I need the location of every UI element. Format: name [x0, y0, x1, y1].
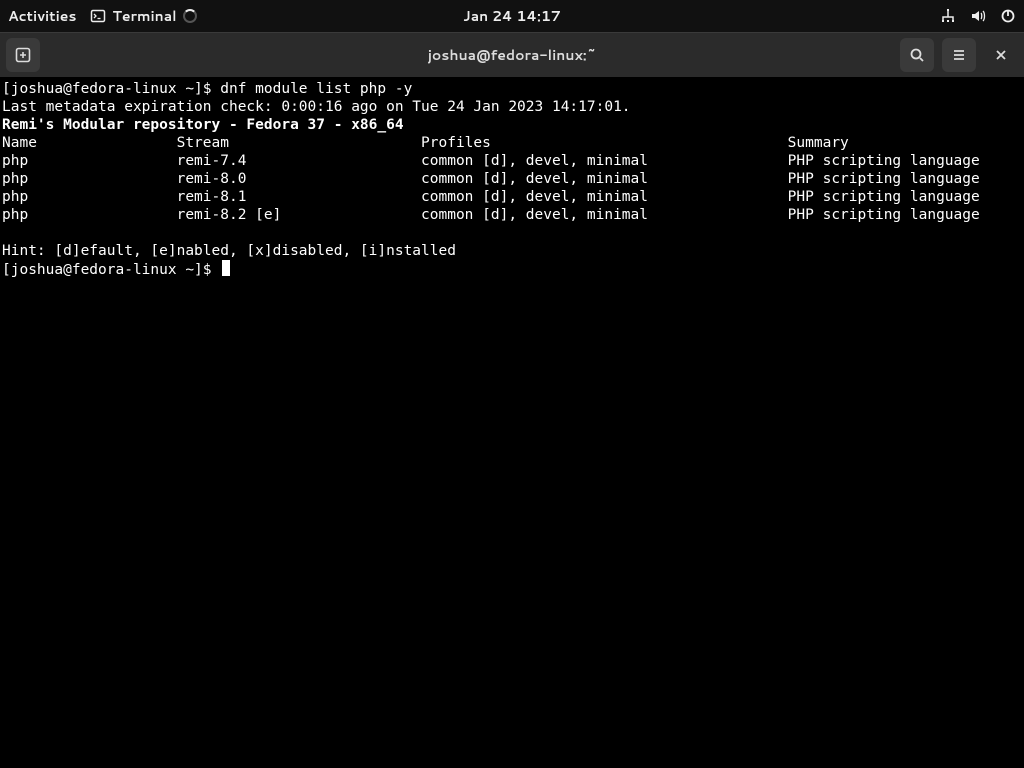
cursor [222, 260, 230, 276]
clock[interactable]: Jan 24 14:17 [463, 6, 561, 26]
active-app-menu[interactable]: Terminal [90, 6, 196, 26]
output-line: Last metadata expiration check: 0:00:16 … [2, 98, 1022, 116]
window-close-button[interactable] [984, 38, 1018, 72]
window-title: joshua@fedora-linux:~ [428, 45, 597, 65]
prompt-line: [joshua@fedora-linux ~]$ [2, 260, 1022, 279]
repo-header: Remi's Modular repository - Fedora 37 - … [2, 116, 1022, 134]
power-icon[interactable] [1000, 8, 1016, 24]
hamburger-menu-button[interactable] [942, 38, 976, 72]
table-row: php remi-8.2 [e] common [d], devel, mini… [2, 206, 1022, 224]
window-titlebar: joshua@fedora-linux:~ [0, 32, 1024, 78]
gnome-topbar: Activities Terminal Jan 24 14:17 [0, 0, 1024, 32]
table-header: Name Stream Profiles Summary [2, 134, 1022, 152]
table-row: php remi-8.0 common [d], devel, minimal … [2, 170, 1022, 188]
terminal-viewport[interactable]: [joshua@fedora-linux ~]$ dnf module list… [0, 78, 1024, 768]
terminal-app-icon [90, 8, 106, 24]
active-app-name: Terminal [112, 6, 176, 26]
hint-line: Hint: [d]efault, [e]nabled, [x]disabled,… [2, 242, 1022, 260]
blank-line [2, 224, 1022, 242]
volume-icon[interactable] [970, 8, 986, 24]
network-icon[interactable] [940, 8, 956, 24]
new-tab-button[interactable] [6, 38, 40, 72]
spinner-icon [183, 9, 197, 23]
table-row: php remi-7.4 common [d], devel, minimal … [2, 152, 1022, 170]
search-button[interactable] [900, 38, 934, 72]
activities-button[interactable]: Activities [8, 6, 76, 26]
prompt-line: [joshua@fedora-linux ~]$ dnf module list… [2, 80, 1022, 98]
table-row: php remi-8.1 common [d], devel, minimal … [2, 188, 1022, 206]
